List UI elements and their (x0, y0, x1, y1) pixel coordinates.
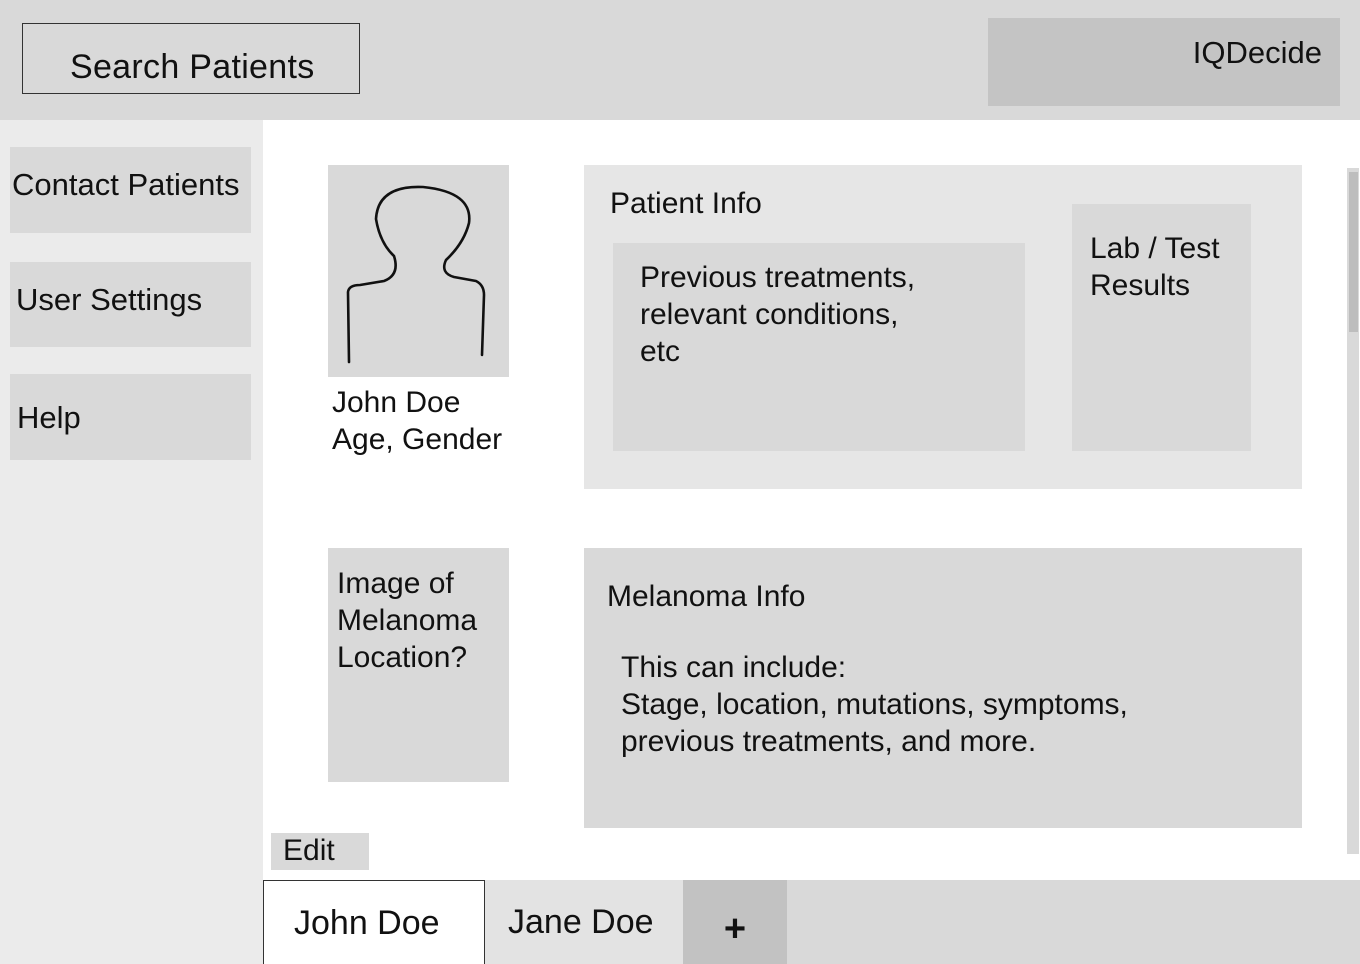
lab-results-line: Lab / Test (1090, 232, 1220, 265)
patient-info-title: Patient Info (610, 187, 762, 220)
edit-button[interactable]: Edit (271, 833, 369, 870)
app-brand: IQDecide (988, 18, 1340, 106)
melanoma-image-line: Location? (337, 641, 468, 674)
patient-history-box: Previous treatments, relevant conditions… (613, 243, 1025, 451)
sidebar (0, 120, 263, 964)
search-patients-button[interactable]: Search Patients (22, 23, 360, 94)
sidebar-item-contact-patients[interactable]: Contact Patients (10, 147, 251, 233)
history-line: Previous treatments, (640, 261, 916, 294)
melanoma-info-description: This can include: Stage, location, mutat… (621, 649, 1128, 760)
add-tab-button[interactable]: + (683, 880, 787, 964)
scrollbar-thumb[interactable] (1349, 172, 1358, 332)
patient-avatar (328, 165, 509, 377)
tab-jane-doe[interactable]: Jane Doe (485, 880, 683, 964)
sidebar-item-user-settings[interactable]: User Settings (10, 262, 251, 347)
melanoma-desc-line: This can include: (621, 651, 847, 684)
melanoma-image-line: Melanoma (337, 604, 478, 637)
person-silhouette-icon (346, 185, 486, 364)
patient-age-gender: Age, Gender (332, 423, 503, 456)
history-line: etc (640, 335, 681, 368)
patient-name: John Doe (332, 386, 461, 419)
lab-results-line: Results (1090, 269, 1191, 302)
tab-john-doe[interactable]: John Doe (263, 880, 485, 964)
melanoma-desc-line: Stage, location, mutations, symptoms, (621, 688, 1128, 721)
melanoma-info-title: Melanoma Info (607, 580, 806, 613)
melanoma-location-image: Image of Melanoma Location? (328, 548, 509, 782)
patient-summary: John Doe Age, Gender (332, 384, 502, 458)
sidebar-item-help[interactable]: Help (10, 374, 251, 460)
melanoma-desc-line: previous treatments, and more. (621, 725, 1037, 758)
melanoma-image-line: Image of (337, 567, 454, 600)
history-line: relevant conditions, (640, 298, 899, 331)
lab-test-results-box[interactable]: Lab / Test Results (1072, 204, 1251, 451)
